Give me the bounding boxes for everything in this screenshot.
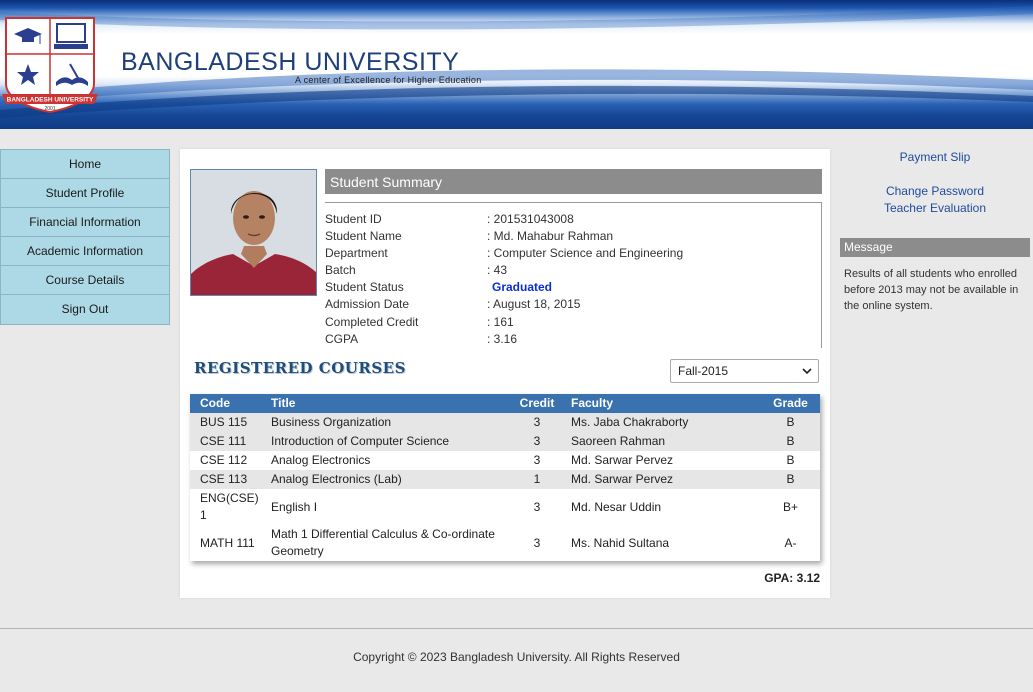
student-summary-heading: Student Summary: [325, 169, 822, 194]
table-row: MATH 111 Math 1 Differential Calculus & …: [190, 525, 820, 561]
student-photo: [190, 169, 317, 296]
course-title: Business Organization: [271, 415, 392, 429]
info-label: Batch: [325, 263, 356, 277]
course-credit: 3: [533, 499, 541, 514]
table-row: CSE 111 Introduction of Computer Science…: [190, 432, 820, 451]
university-logo: BANGLADESH UNIVERSITY 2001: [2, 17, 98, 114]
course-faculty: Ms. Jaba Chakraborty: [571, 415, 689, 429]
message-text: Results of all students who enrolled bef…: [844, 268, 1019, 312]
course-code: BUS 115: [200, 415, 248, 429]
course-code: CSE 112: [200, 453, 248, 467]
table-row: BUS 115 Business Organization 3 Ms. Jaba…: [190, 413, 820, 432]
main-content-panel: Student Summary Student ID : 20153104300…: [180, 149, 830, 598]
info-value: : Md. Mahabur Rahman: [487, 229, 614, 243]
course-grade: B: [786, 472, 795, 486]
course-faculty: Ms. Nahid Sultana: [571, 535, 670, 550]
course-title: English I: [271, 499, 318, 514]
course-credit: 3: [533, 453, 541, 467]
info-label: Admission Date: [325, 297, 410, 311]
gpa-label: GPA:: [764, 571, 794, 585]
nav-course-details[interactable]: Course Details: [1, 266, 169, 295]
column-header-title: Title: [271, 396, 296, 410]
course-faculty: Saoreen Rahman: [571, 434, 666, 448]
table-row: CSE 113 Analog Electronics (Lab) 1 Md. S…: [190, 470, 820, 489]
course-faculty: Md. Sarwar Pervez: [571, 472, 674, 486]
university-name: BANGLADESH UNIVERSITY: [121, 48, 460, 76]
message-heading: Message: [840, 238, 1030, 257]
info-label: Department: [325, 246, 388, 260]
course-title: Analog Electronics (Lab): [271, 472, 402, 486]
column-header-faculty: Faculty: [571, 396, 614, 410]
course-title: Analog Electronics: [271, 453, 371, 467]
info-label: Student Status: [325, 280, 404, 294]
info-label: Student ID: [325, 212, 382, 226]
registered-courses-title: REGISTERED COURSES: [194, 359, 406, 377]
info-value: : 201531043008: [487, 212, 574, 226]
course-credit: 3: [533, 434, 541, 448]
info-label: Student Name: [325, 229, 402, 243]
gpa-value: 3.12: [796, 571, 820, 585]
course-grade: B: [786, 453, 795, 467]
info-value: : 161: [487, 315, 514, 329]
right-sidebar: Payment Slip Change Password Teacher Eva…: [840, 149, 1030, 312]
course-grade: B+: [782, 499, 798, 514]
svg-text:BANGLADESH UNIVERSITY: BANGLADESH UNIVERSITY: [7, 97, 94, 104]
nav-academic-information[interactable]: Academic Information: [1, 237, 169, 266]
semester-gpa: GPA: 3.12: [764, 571, 820, 585]
course-title: Math 1 Differential Calculus & Co-ordina…: [271, 527, 495, 558]
nav-student-profile[interactable]: Student Profile: [1, 179, 169, 208]
column-header-credit: Credit: [519, 396, 555, 410]
footer-copyright: Copyright © 2023 Bangladesh University. …: [353, 650, 680, 664]
column-header-code: Code: [200, 396, 230, 410]
info-value: : August 18, 2015: [487, 297, 581, 311]
course-code: ENG(CSE) 1: [200, 491, 259, 522]
courses-table: Code Title Credit Faculty Grade BUS 115 …: [190, 394, 820, 561]
course-grade: A-: [784, 535, 797, 550]
left-navigation: Home Student Profile Financial Informati…: [0, 149, 170, 325]
info-value: : Computer Science and Engineering: [487, 246, 684, 260]
info-value: : 43: [487, 263, 508, 277]
course-credit: 3: [533, 535, 541, 550]
course-code: CSE 111: [200, 434, 247, 448]
info-label: CGPA: [325, 332, 359, 346]
table-header: Code Title Credit Faculty Grade: [190, 394, 820, 413]
footer-divider: [0, 628, 1033, 629]
info-value: : 3.16: [487, 332, 518, 346]
course-grade: B: [786, 415, 795, 429]
svg-text:2001: 2001: [44, 106, 55, 112]
course-code: CSE 113: [200, 472, 248, 486]
course-grade: B: [786, 434, 795, 448]
course-title: Introduction of Computer Science: [271, 434, 450, 448]
info-label: Completed Credit: [325, 315, 419, 329]
teacher-evaluation-link[interactable]: Teacher Evaluation: [840, 200, 1030, 217]
course-credit: 1: [533, 472, 541, 486]
course-faculty: Md. Sarwar Pervez: [571, 453, 674, 467]
student-summary-details: Student ID : 201531043008 Student Name :…: [325, 202, 822, 348]
course-credit: 3: [533, 415, 541, 429]
payment-slip-link[interactable]: Payment Slip: [840, 149, 1030, 166]
status-value: Graduated: [492, 280, 553, 294]
semester-selected-value: Fall-2015: [678, 364, 729, 378]
nav-financial-information[interactable]: Financial Information: [1, 208, 169, 237]
semester-select[interactable]: Fall-2015: [670, 359, 819, 383]
table-row: ENG(CSE) 1 English I 3 Md. Nesar Uddin B…: [190, 489, 820, 525]
change-password-link[interactable]: Change Password: [840, 183, 1030, 200]
nav-home[interactable]: Home: [1, 150, 169, 179]
site-header: BANGLADESH UNIVERSITY 2001 BANGLADESH UN…: [0, 0, 1033, 129]
table-row: CSE 112 Analog Electronics 3 Md. Sarwar …: [190, 451, 820, 470]
course-faculty: Md. Nesar Uddin: [571, 499, 662, 514]
nav-sign-out[interactable]: Sign Out: [1, 295, 169, 324]
university-tagline: A center of Excellence for Higher Educat…: [295, 75, 482, 85]
course-code: MATH 111: [200, 535, 255, 550]
column-header-grade: Grade: [773, 396, 808, 410]
chevron-down-icon: [802, 368, 812, 375]
